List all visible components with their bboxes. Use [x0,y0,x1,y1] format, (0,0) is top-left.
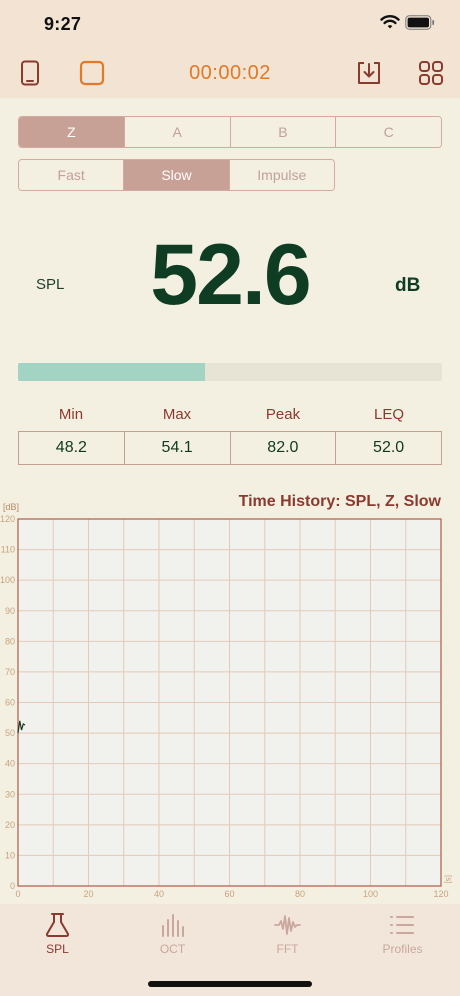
response-impulse-button[interactable]: Impulse [228,160,334,190]
y-tick-label: 0 [10,881,15,891]
tab-label-fft: FFT [276,942,299,956]
weighting-c-button[interactable]: C [335,117,441,147]
y-tick-label: 40 [5,759,15,769]
stat-label-max: Max [162,406,192,423]
status-time: 9:27 [44,14,82,34]
weighting-a-button[interactable]: A [123,117,230,147]
x-tick-label: 0 [15,889,20,899]
weighting-b-button[interactable]: B [229,117,336,147]
x-tick-label: 40 [154,889,164,899]
y-tick-label: 70 [5,667,15,677]
response-selector: Fast Slow Impulse [18,159,335,191]
y-tick-label: 80 [5,636,15,646]
status-bar: 9:27 [0,0,460,48]
stat-value-leq: 52.0 [335,432,441,464]
tab-fft[interactable]: FFT [230,904,345,974]
y-tick-label: 10 [5,850,15,860]
y-tick-label: 100 [0,575,15,585]
stat-value-min: 48.2 [55,439,87,456]
flask-icon [45,913,70,937]
stats-labels: Min Max Peak LEQ [18,406,442,423]
response-slow-button[interactable]: Slow [123,160,229,190]
y-tick-label: 120 [0,514,15,524]
home-indicator [148,981,312,987]
spl-value: 52.6 [150,227,311,323]
waveform-icon [274,915,301,935]
tab-profiles[interactable]: Profiles [345,904,460,974]
weighting-z-button[interactable]: Z [19,117,124,147]
y-tick-label: 110 [1,545,15,555]
stat-label-leq: LEQ [373,406,404,423]
y-tick-label: 60 [5,698,15,708]
y-tick-label: 50 [5,728,15,738]
octave-bars-icon [162,914,184,937]
y-tick-label: 20 [5,820,15,830]
x-tick-label: 60 [224,889,234,899]
stat-label-peak: Peak [265,406,301,423]
tab-label-spl: SPL [46,942,69,956]
recording-timer: 00:00:02 [189,62,271,84]
stat-value-max: 54.1 [123,432,230,464]
y-tick-label: 90 [5,606,15,616]
x-tick-label: 80 [295,889,305,899]
download-icon[interactable] [356,60,382,86]
spl-unit: dB [395,275,421,296]
x-axis-unit: [s] [444,875,453,883]
apps-grid-icon[interactable] [418,60,444,86]
stat-value-peak: 82.0 [229,432,336,464]
weighting-selector: Z A B C [18,116,442,148]
x-tick-label: 20 [83,889,93,899]
battery-icon [405,15,435,30]
level-meter [18,363,442,381]
stats-values: 48.2 54.1 82.0 52.0 [18,431,442,465]
wifi-icon [380,15,400,29]
tab-oct[interactable]: OCT [115,904,230,974]
level-meter-fill [18,363,205,381]
toolbar: 00:00:02 [0,48,460,98]
tab-spl[interactable]: SPL [0,904,115,974]
tab-label-profiles: Profiles [382,942,423,956]
time-history-chart: 0 10 20 30 40 50 60 70 80 90 100 110 120 0 20 40 60 80 100… [0,514,453,899]
x-tick-label: 120 [433,889,448,899]
response-fast-button[interactable]: Fast [19,160,124,190]
stat-label-min: Min [58,406,84,423]
x-tick-label: 100 [363,889,378,899]
y-tick-label: 30 [5,789,15,799]
list-icon [390,916,414,934]
tab-label-oct: OCT [159,942,186,956]
spl-label: SPL [36,276,65,293]
